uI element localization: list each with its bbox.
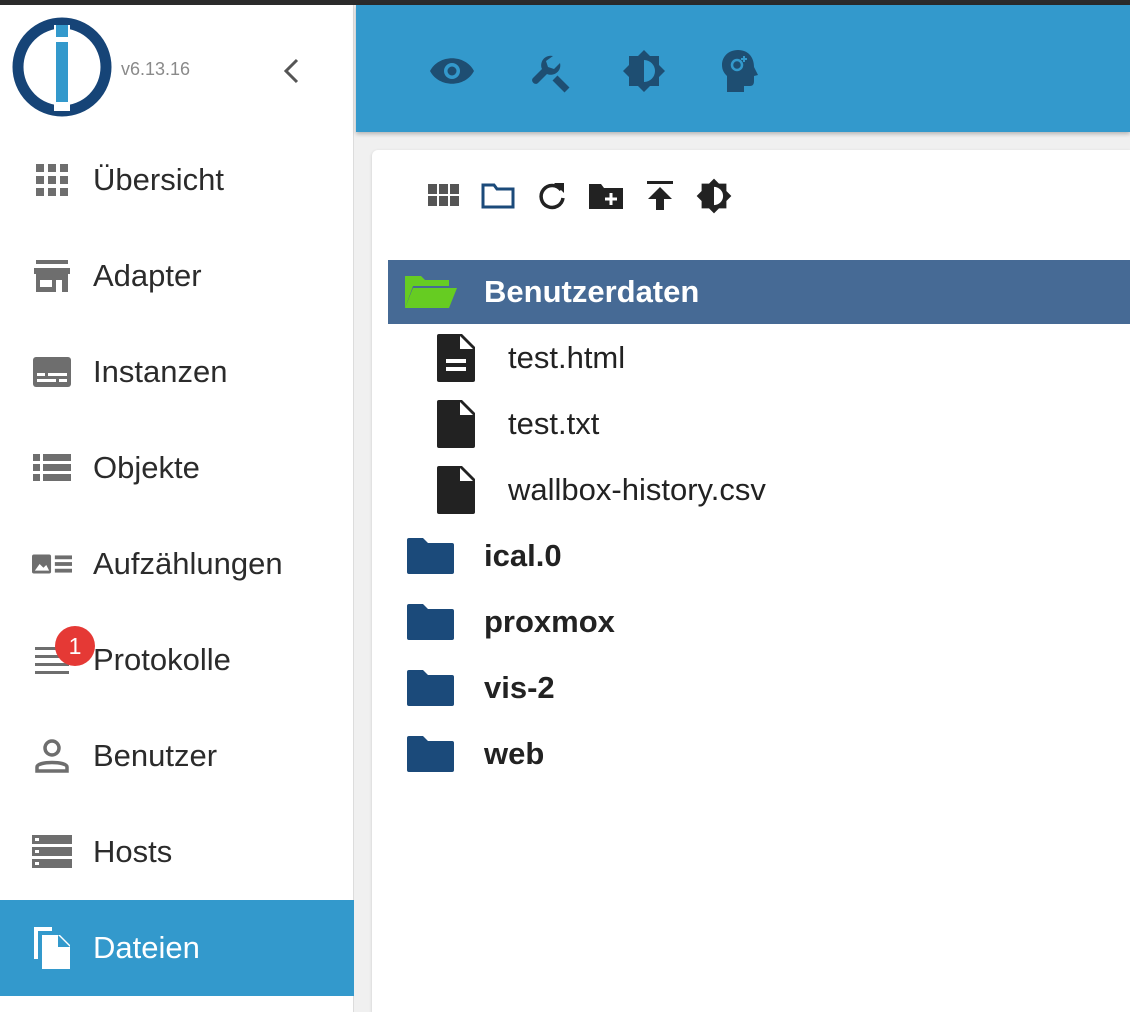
app-version: v6.13.16 bbox=[121, 59, 191, 79]
list-icon bbox=[32, 450, 72, 486]
brightness-icon bbox=[623, 50, 665, 92]
file-browser: Benutzerdaten test.html test.txt wallbox… bbox=[372, 150, 1130, 1012]
upload-icon bbox=[647, 181, 673, 210]
folder-name: Benutzerdaten bbox=[484, 274, 700, 309]
theme-button[interactable] bbox=[618, 45, 670, 97]
apps-grid-icon bbox=[32, 162, 72, 198]
folder-name: ical.0 bbox=[484, 538, 562, 573]
folder-icon bbox=[402, 536, 458, 576]
eye-icon bbox=[430, 58, 474, 84]
file-row[interactable]: wallbox-history.csv bbox=[388, 458, 1130, 522]
wrench-button[interactable] bbox=[522, 45, 574, 97]
folder-open-icon bbox=[402, 272, 458, 312]
folder-icon bbox=[402, 602, 458, 642]
sidebar: v6.13.16 Übersicht Adapter Instanzen Obj… bbox=[0, 5, 354, 1012]
sidebar-item-aufzaehlungen[interactable]: Aufzählungen bbox=[0, 516, 354, 612]
file-name: test.html bbox=[508, 340, 626, 375]
folder-icon bbox=[402, 734, 458, 774]
collapse-sidebar-button[interactable] bbox=[276, 53, 306, 89]
storage-icon bbox=[32, 834, 72, 870]
expert-mode-button[interactable] bbox=[714, 45, 766, 97]
folder-row[interactable]: web bbox=[388, 722, 1130, 786]
folder-row-benutzerdaten[interactable]: Benutzerdaten bbox=[388, 260, 1130, 324]
upload-button[interactable] bbox=[641, 177, 679, 215]
file-row[interactable]: test.html bbox=[388, 326, 1130, 390]
sidebar-item-dateien[interactable]: Dateien bbox=[0, 900, 354, 996]
refresh-icon bbox=[539, 183, 565, 210]
sidebar-item-label: Dateien bbox=[93, 930, 200, 965]
image-list-icon bbox=[32, 546, 72, 582]
expert-mode-icon bbox=[722, 50, 758, 92]
folder-name: vis-2 bbox=[484, 670, 555, 705]
subtitles-icon bbox=[32, 354, 72, 390]
eye-button[interactable] bbox=[426, 45, 478, 97]
refresh-button[interactable] bbox=[533, 177, 571, 215]
notification-badge: 1 bbox=[55, 626, 95, 666]
file-icon bbox=[428, 466, 484, 514]
folder-icon bbox=[402, 668, 458, 708]
folder-name: web bbox=[484, 736, 545, 771]
folder-name: proxmox bbox=[484, 604, 615, 639]
sidebar-item-label: Hosts bbox=[93, 834, 173, 869]
tile-view-icon bbox=[428, 184, 459, 206]
person-icon bbox=[32, 738, 72, 774]
sidebar-item-label: Aufzählungen bbox=[93, 546, 283, 581]
sidebar-item-uebersicht[interactable]: Übersicht bbox=[0, 132, 354, 228]
sidebar-item-label: Objekte bbox=[93, 450, 200, 485]
iobroker-logo[interactable] bbox=[12, 17, 112, 117]
file-name: wallbox-history.csv bbox=[508, 472, 766, 507]
chevron-left-icon bbox=[283, 58, 299, 84]
sidebar-item-benutzer[interactable]: Benutzer bbox=[0, 708, 354, 804]
file-name: test.txt bbox=[508, 406, 600, 441]
store-icon bbox=[32, 258, 72, 294]
create-folder-button[interactable] bbox=[587, 177, 625, 215]
file-icon bbox=[428, 400, 484, 448]
tile-view-button[interactable] bbox=[425, 177, 463, 215]
file-document-icon bbox=[428, 334, 484, 382]
wrench-icon bbox=[532, 55, 570, 93]
sidebar-item-hosts[interactable]: Hosts bbox=[0, 804, 354, 900]
sidebar-item-protokolle[interactable]: 1 Protokolle bbox=[0, 612, 354, 708]
files-icon bbox=[32, 927, 72, 969]
folder-view-icon bbox=[481, 183, 515, 209]
sidebar-item-instanzen[interactable]: Instanzen bbox=[0, 324, 354, 420]
sidebar-item-adapter[interactable]: Adapter bbox=[0, 228, 354, 324]
sidebar-item-label: Instanzen bbox=[93, 354, 228, 389]
folder-row[interactable]: vis-2 bbox=[388, 656, 1130, 720]
folder-row[interactable]: ical.0 bbox=[388, 524, 1130, 588]
create-folder-icon bbox=[589, 184, 623, 209]
brightness-icon bbox=[696, 178, 732, 214]
sidebar-item-label: Benutzer bbox=[93, 738, 218, 773]
sidebar-item-label: Adapter bbox=[93, 258, 202, 293]
sidebar-item-label: Übersicht bbox=[93, 162, 224, 197]
top-app-bar bbox=[356, 5, 1130, 132]
file-row[interactable]: test.txt bbox=[388, 392, 1130, 456]
sidebar-item-objekte[interactable]: Objekte bbox=[0, 420, 354, 516]
folder-row[interactable]: proxmox bbox=[388, 590, 1130, 654]
sidebar-item-label: Protokolle bbox=[93, 642, 231, 677]
theme-toggle-button[interactable] bbox=[695, 177, 733, 215]
folder-view-button[interactable] bbox=[479, 177, 517, 215]
